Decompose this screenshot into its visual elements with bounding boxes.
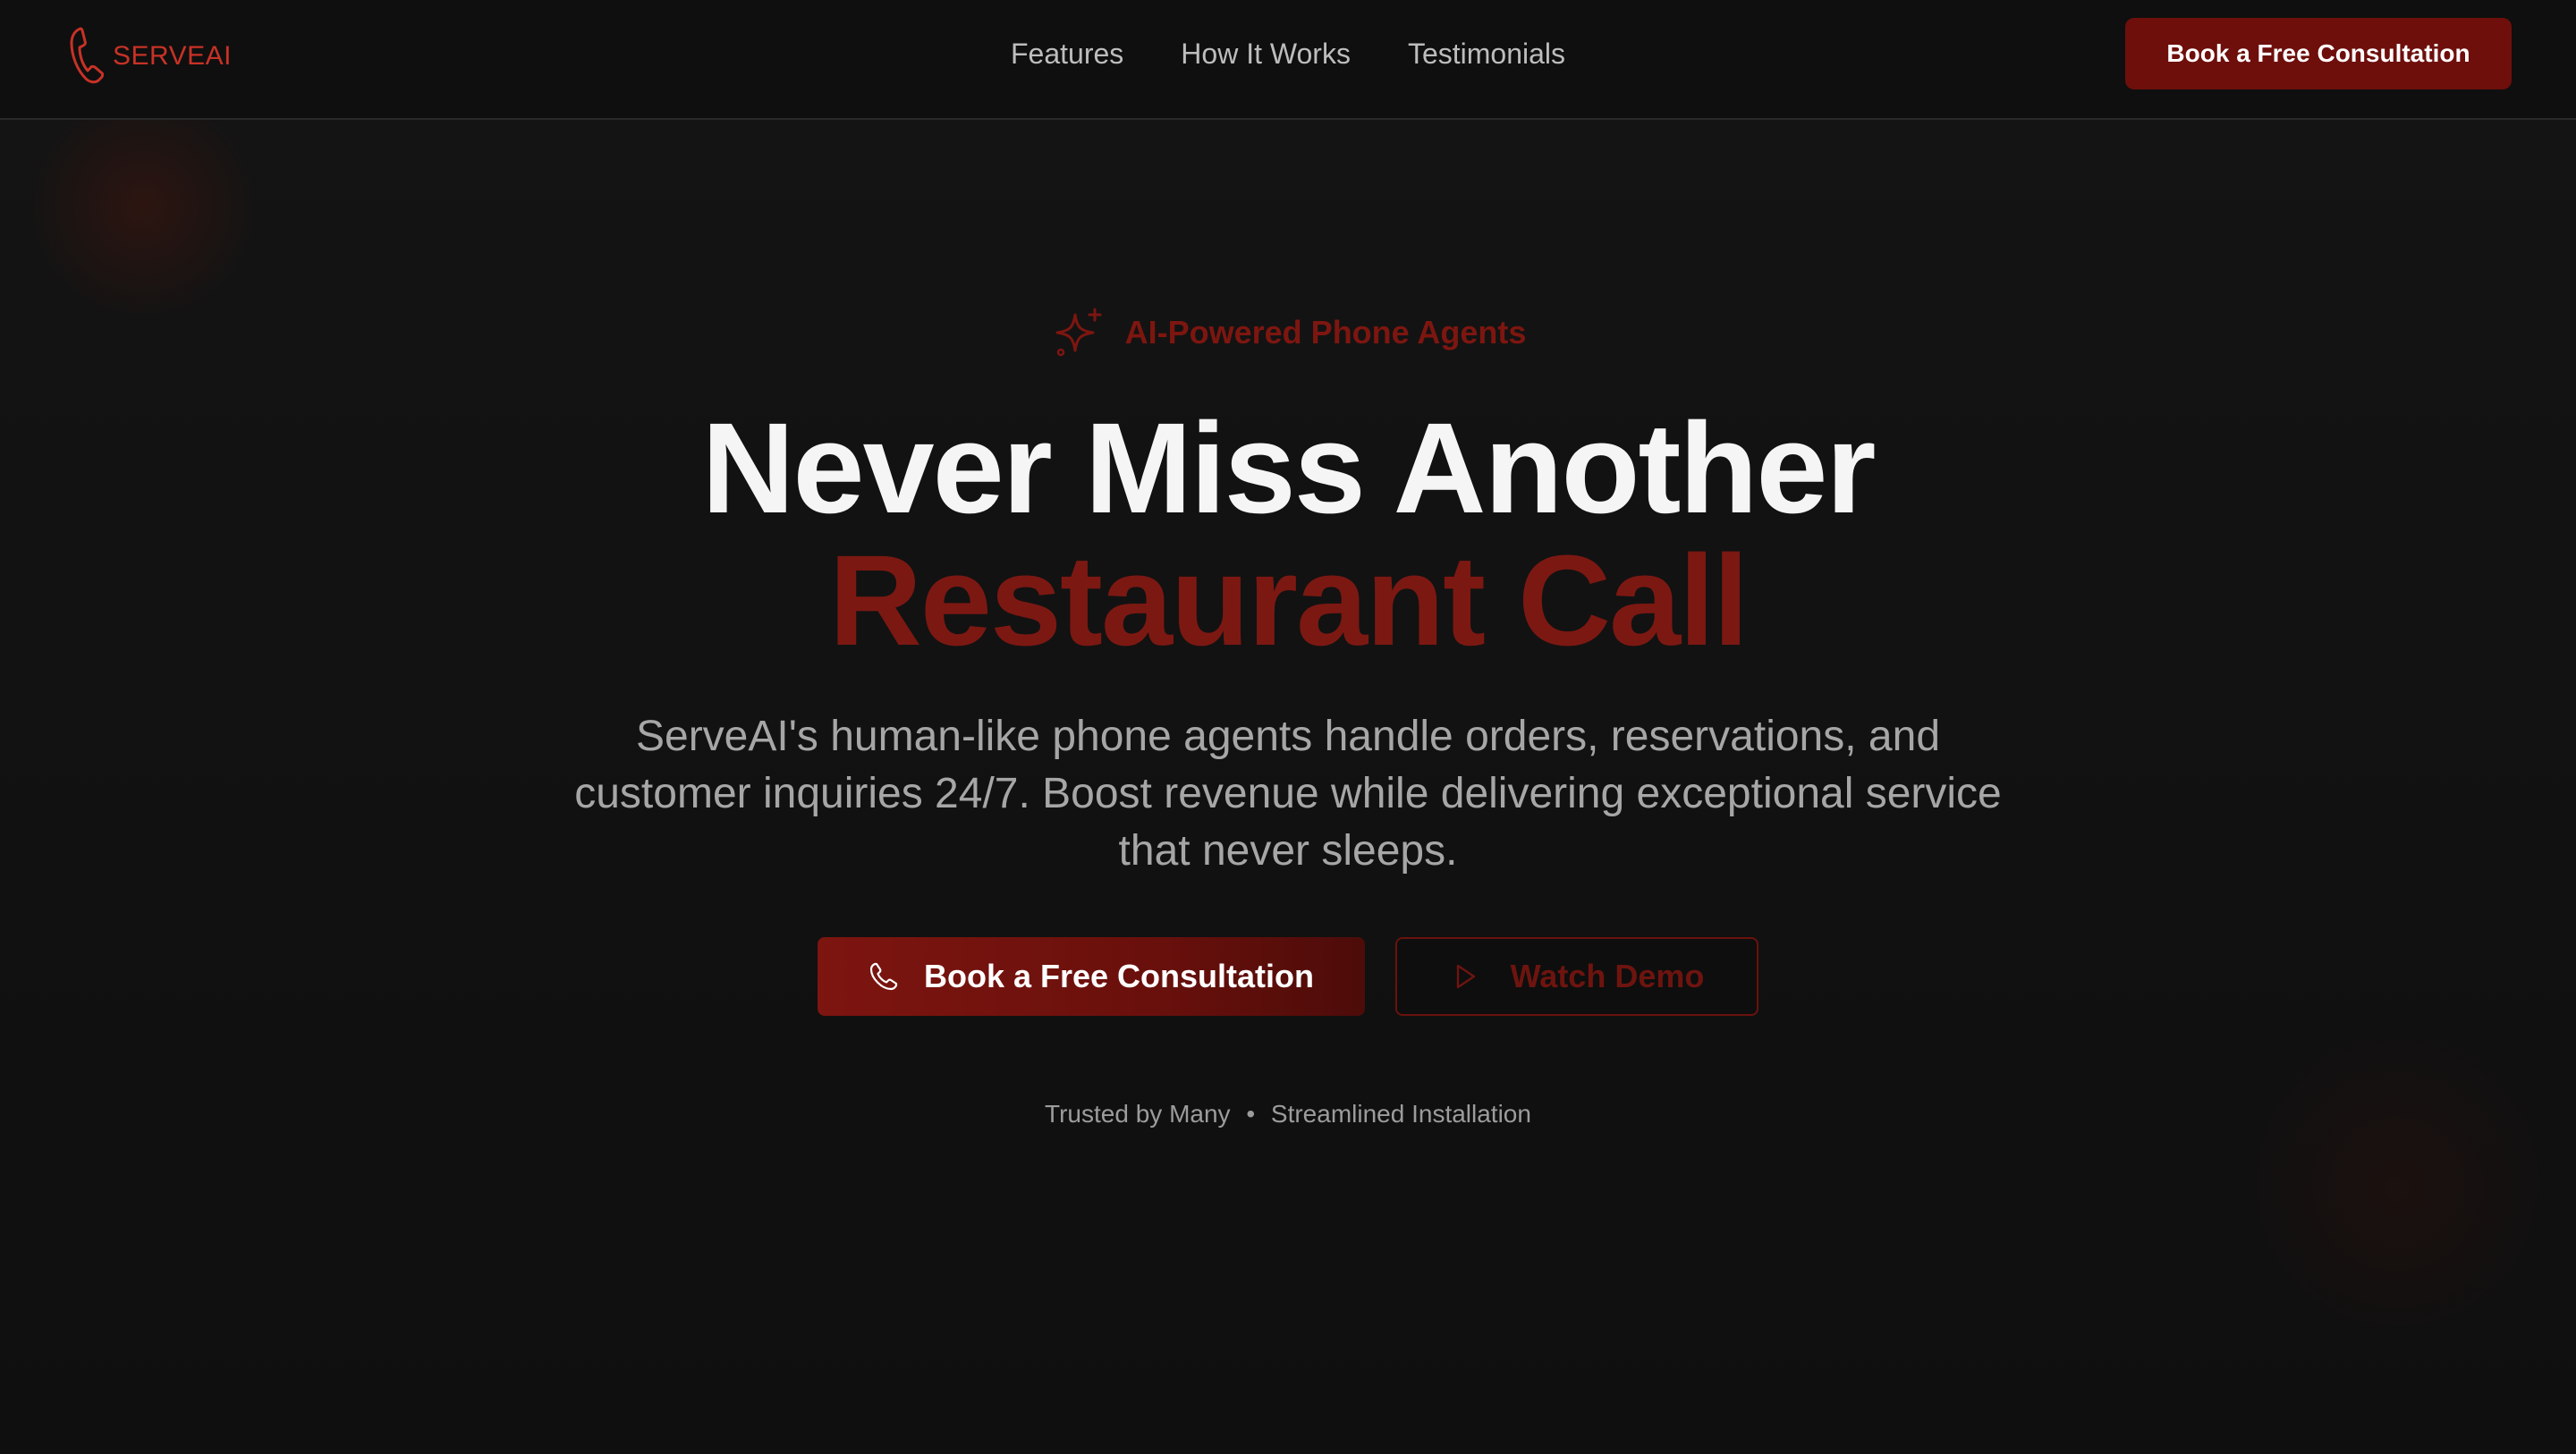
- play-icon: [1456, 964, 1475, 989]
- book-consultation-button[interactable]: Book a Free Consultation: [818, 937, 1365, 1016]
- trust-separator: •: [1246, 1100, 1256, 1128]
- hero-badge: AI-Powered Phone Agents: [0, 304, 2576, 361]
- sparkle-icon: [1055, 308, 1102, 357]
- hero-cta-row: Book a Free Consultation Watch Demo: [0, 937, 2576, 1016]
- hero-section: AI-Powered Phone Agents Never Miss Anoth…: [0, 118, 2576, 1454]
- watch-demo-label: Watch Demo: [1510, 958, 1705, 994]
- nav-link-how-it-works[interactable]: How It Works: [1181, 32, 1351, 75]
- trust-text-1: Trusted by Many: [1045, 1100, 1231, 1128]
- badge-text: AI-Powered Phone Agents: [1124, 314, 1527, 351]
- nav-book-consultation-button[interactable]: Book a Free Consultation: [2125, 18, 2512, 89]
- nav-link-testimonials[interactable]: Testimonials: [1408, 32, 1565, 75]
- book-consultation-label: Book a Free Consultation: [923, 958, 1315, 994]
- nav-link-features[interactable]: Features: [1011, 32, 1123, 75]
- hero-headline: Never Miss Another Restaurant Call: [0, 402, 2576, 667]
- headline-line-1: Never Miss Another: [701, 396, 1876, 540]
- hero-subtitle: ServeAI's human-like phone agents handle…: [574, 713, 2002, 875]
- phone-icon: [869, 962, 898, 991]
- trust-line: Trusted by Many • Streamlined Installati…: [0, 1100, 2576, 1129]
- top-navbar: SERVEAI Features How It Works Testimonia…: [0, 0, 2576, 120]
- trust-text-2: Streamlined Installation: [1270, 1100, 1531, 1128]
- headline-line-2: Restaurant Call: [828, 528, 1749, 672]
- watch-demo-button[interactable]: Watch Demo: [1395, 937, 1758, 1016]
